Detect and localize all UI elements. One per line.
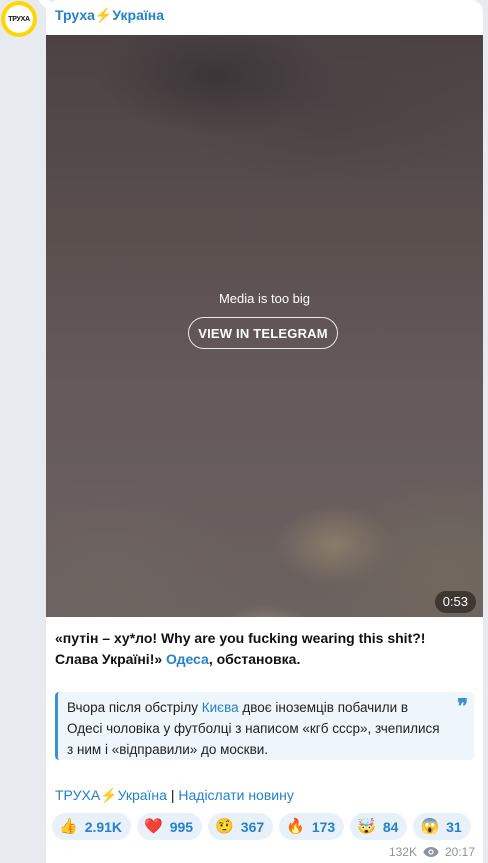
eye-icon: [423, 847, 439, 857]
blockquote: Вчора після обстрілу Києва двоє іноземці…: [55, 692, 474, 760]
reaction-raised-eyebrow[interactable]: 🤨 367: [208, 813, 274, 840]
reaction-count: 31: [446, 818, 462, 835]
media-too-big-text: Media is too big: [218, 291, 311, 306]
channel-link[interactable]: ТРУХА⚡Україна: [55, 787, 167, 803]
exploding-head-icon: 🤯: [357, 818, 376, 835]
reaction-screaming[interactable]: 😱 31: [413, 813, 471, 840]
avatar-logo-text: ТРУХА: [5, 5, 33, 33]
fire-icon: 🔥: [286, 818, 305, 835]
heart-icon: ❤️: [144, 818, 163, 835]
message-caption: «путін – ху*ло! Why are you fucking wear…: [55, 628, 470, 670]
quote-mark-icon: ❞: [457, 694, 468, 718]
message-meta: 132K 20:17: [389, 845, 475, 859]
channel-avatar[interactable]: ТРУХА: [1, 1, 37, 37]
reaction-count: 173: [311, 818, 336, 835]
reaction-count: 367: [240, 818, 265, 835]
reaction-count: 995: [169, 818, 194, 835]
channel-name[interactable]: Труха⚡Україна: [55, 7, 164, 24]
raised-eyebrow-face-icon: 🤨: [215, 818, 234, 835]
reaction-heart[interactable]: ❤️ 995: [137, 813, 203, 840]
reaction-exploding-head[interactable]: 🤯 84: [350, 813, 408, 840]
view-count: 132K: [388, 845, 417, 859]
quote-link-kyiv[interactable]: Києва: [202, 700, 239, 715]
screaming-face-icon: 😱: [420, 818, 440, 835]
post-time: 20:17: [444, 845, 475, 859]
thumbs-up-icon: 👍: [59, 818, 78, 835]
quote-text: Вчора після обстрілу Києва двоє іноземці…: [67, 697, 447, 760]
send-news-link[interactable]: Надіслати новину: [178, 787, 293, 803]
video-duration: 0:53: [434, 591, 476, 613]
caption-link-odesa[interactable]: Одеса: [166, 651, 209, 667]
footer-links: ТРУХА⚡Україна | Надіслати новину: [55, 787, 294, 804]
reaction-fire[interactable]: 🔥 173: [279, 813, 345, 840]
video-preview[interactable]: Media is too big VIEW IN TELEGRAM 0:53: [46, 35, 483, 617]
reaction-count: 2.91K: [84, 818, 123, 835]
message-bubble: Труха⚡Україна Media is too big VIEW IN T…: [46, 0, 483, 863]
reaction-thumbs-up[interactable]: 👍 2.91K: [52, 813, 132, 840]
reaction-count: 84: [382, 818, 399, 835]
footer-separator: |: [166, 787, 179, 803]
quote-text-start: Вчора після обстрілу: [67, 700, 202, 715]
caption-text-end: , обстановка.: [208, 651, 301, 667]
view-in-telegram-button[interactable]: VIEW IN TELEGRAM: [188, 317, 338, 349]
reactions-bar: 👍 2.91K ❤️ 995 🤨 367 🔥 173 🤯 84 😱 31: [52, 813, 471, 840]
